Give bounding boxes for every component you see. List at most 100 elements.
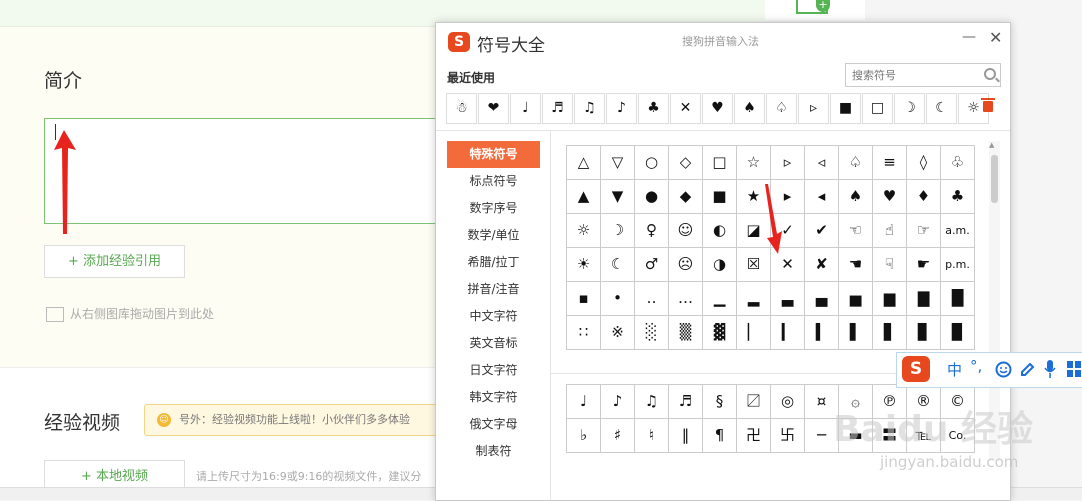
symbol-cell[interactable]: ▄	[805, 282, 839, 316]
symbol-cell[interactable]: ◐	[703, 214, 737, 248]
symbol-cell[interactable]: ♧	[941, 146, 975, 180]
recent-symbol[interactable]: ✕	[670, 93, 701, 124]
symbol-cell[interactable]: ¶	[703, 419, 737, 453]
symbol-cell[interactable]: ◎	[771, 385, 805, 419]
symbol-cell[interactable]: ♠	[839, 180, 873, 214]
symbol-cell[interactable]: ※	[601, 316, 635, 350]
recent-symbol[interactable]: ☾	[926, 93, 957, 124]
symbol-cell[interactable]: ☺	[669, 214, 703, 248]
symbol-cell[interactable]: ☛	[907, 248, 941, 282]
symbol-cell[interactable]: ■	[703, 180, 737, 214]
category-item[interactable]: 数字序号	[447, 195, 540, 222]
grid-icon[interactable]	[1067, 361, 1081, 377]
symbol-cell[interactable]: ░	[635, 316, 669, 350]
symbol-cell[interactable]: ♥	[873, 180, 907, 214]
symbol-cell[interactable]: ✘	[805, 248, 839, 282]
scroll-up-icon[interactable]: ▲	[989, 141, 994, 149]
symbol-cell[interactable]: ▌	[839, 316, 873, 350]
symbol-cell[interactable]: ☝	[873, 214, 907, 248]
symbol-cell[interactable]: ☞	[907, 214, 941, 248]
symbol-cell[interactable]: ✔	[805, 214, 839, 248]
symbol-cell[interactable]: ▍	[805, 316, 839, 350]
punct-toggle[interactable]: °,	[970, 357, 982, 375]
add-reference-button[interactable]: + 添加经验引用	[44, 245, 185, 278]
symbol-cell[interactable]: ▂	[737, 282, 771, 316]
category-item[interactable]: 特殊符号	[447, 141, 540, 168]
category-item[interactable]: 标点符号	[447, 168, 540, 195]
category-item[interactable]: 希腊/拉丁	[447, 249, 540, 276]
symbol-cell[interactable]: ☀	[567, 248, 601, 282]
symbol-cell[interactable]: …	[669, 282, 703, 316]
symbol-cell[interactable]: ▼	[601, 180, 635, 214]
symbol-cell[interactable]: ♂	[635, 248, 669, 282]
symbol-cell[interactable]: ☆	[737, 146, 771, 180]
search-icon[interactable]	[984, 68, 996, 80]
symbol-cell[interactable]: ◆	[669, 180, 703, 214]
symbol-cell[interactable]: ▏	[737, 316, 771, 350]
category-item[interactable]: 制表符	[447, 438, 540, 465]
symbol-cell[interactable]: █	[941, 282, 975, 316]
symbol-cell[interactable]: △	[567, 146, 601, 180]
recent-symbol[interactable]: ☽	[894, 93, 925, 124]
category-item[interactable]: 拼音/注音	[447, 276, 540, 303]
symbol-cell[interactable]: ▉	[941, 316, 975, 350]
smiley-icon[interactable]	[995, 361, 1012, 378]
symbol-cell[interactable]: ▒	[669, 316, 703, 350]
close-button[interactable]: ✕	[989, 28, 1002, 47]
symbol-cell[interactable]: ♩	[567, 385, 601, 419]
sogou-ime-logo-icon[interactable]: S	[902, 356, 930, 382]
symbol-search[interactable]	[845, 63, 1001, 87]
symbol-cell[interactable]: ♀	[635, 214, 669, 248]
symbol-cell[interactable]: ♪	[601, 385, 635, 419]
scroll-thumb[interactable]	[991, 155, 998, 203]
symbol-cell[interactable]: ☜	[839, 214, 873, 248]
symbol-cell[interactable]: ☽	[601, 214, 635, 248]
recent-symbol[interactable]: ▹	[798, 93, 829, 124]
lang-toggle[interactable]: 中	[947, 359, 962, 380]
recent-symbol[interactable]: ■	[830, 93, 861, 124]
symbol-cell[interactable]: ▎	[771, 316, 805, 350]
symbol-cell[interactable]: ☚	[839, 248, 873, 282]
symbol-cell[interactable]: ●	[635, 180, 669, 214]
symbol-cell[interactable]: ♣	[941, 180, 975, 214]
symbol-cell[interactable]: •	[601, 282, 635, 316]
symbol-cell[interactable]: □	[703, 146, 737, 180]
symbol-cell[interactable]: ♬	[669, 385, 703, 419]
symbol-cell[interactable]: ♭	[567, 419, 601, 453]
trash-icon[interactable]	[981, 98, 995, 112]
symbol-cell[interactable]: ◑	[703, 248, 737, 282]
symbol-cell[interactable]: ☟	[873, 248, 907, 282]
symbol-cell[interactable]: ◇	[669, 146, 703, 180]
symbol-cell[interactable]: ▃	[771, 282, 805, 316]
recent-symbol[interactable]: ♪	[606, 93, 637, 124]
symbol-cell[interactable]: ▓	[703, 316, 737, 350]
symbol-cell[interactable]: ◂	[805, 180, 839, 214]
microphone-icon[interactable]	[1044, 360, 1056, 378]
recent-symbol[interactable]: ♥	[702, 93, 733, 124]
symbol-cell[interactable]: 〼	[737, 385, 771, 419]
symbol-cell[interactable]: ☼	[567, 214, 601, 248]
symbol-cell[interactable]: ♮	[635, 419, 669, 453]
symbol-cell[interactable]: ◃	[805, 146, 839, 180]
symbol-cell[interactable]: ♫	[635, 385, 669, 419]
category-item[interactable]: 数学/单位	[447, 222, 540, 249]
symbol-cell[interactable]: ≡	[873, 146, 907, 180]
symbol-cell[interactable]: ▁	[703, 282, 737, 316]
recent-symbol[interactable]: □	[862, 93, 893, 124]
symbol-cell[interactable]: 卍	[737, 419, 771, 453]
symbol-cell[interactable]: ▇	[907, 282, 941, 316]
symbol-cell[interactable]: ○	[635, 146, 669, 180]
recent-symbol[interactable]: ♠	[734, 93, 765, 124]
symbol-cell[interactable]: ♯	[601, 419, 635, 453]
symbol-cell[interactable]: 卐	[771, 419, 805, 453]
category-item[interactable]: 俄文字母	[447, 411, 540, 438]
symbol-cell[interactable]: ▲	[567, 180, 601, 214]
symbol-cell[interactable]: ▊	[907, 316, 941, 350]
symbol-cell[interactable]: ☹	[669, 248, 703, 282]
pen-icon[interactable]	[1019, 361, 1035, 378]
symbol-cell[interactable]: a.m.	[941, 214, 975, 248]
recent-symbol[interactable]: ♣	[638, 93, 669, 124]
symbol-cell[interactable]: ∷	[567, 316, 601, 350]
recent-symbol[interactable]: ♫	[574, 93, 605, 124]
category-item[interactable]: 中文字符	[447, 303, 540, 330]
